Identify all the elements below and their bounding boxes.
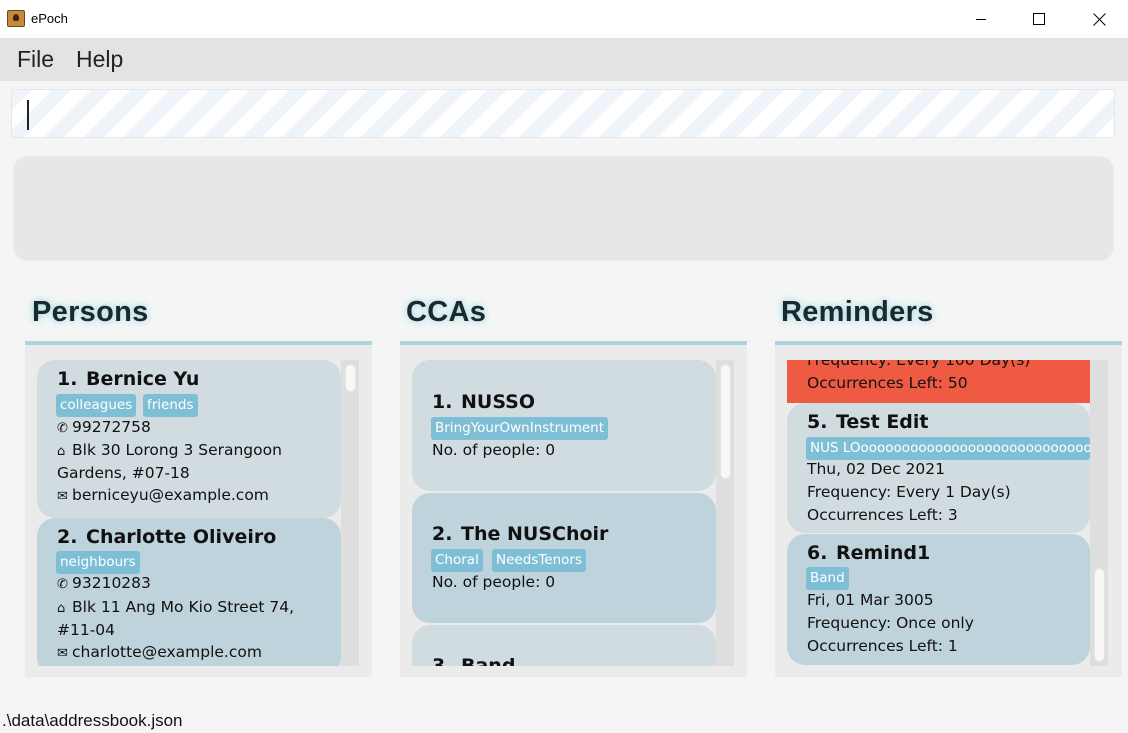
- person-card[interactable]: 1. Bernice Yu colleagues friends ✆ 9927275…: [37, 360, 341, 518]
- cca-index: 3.: [432, 655, 453, 666]
- reminder-occurrences: Occurrences Left: 1: [807, 637, 958, 655]
- persons-list[interactable]: 1. Bernice Yu colleagues friends ✆ 9927275…: [37, 360, 341, 666]
- cca-people-count: No. of people: 0: [432, 441, 556, 459]
- ccas-panel-title: CCAs: [406, 296, 487, 328]
- reminder-occurrences: Occurrences Left: 50: [807, 374, 968, 392]
- window-title: ePoch: [31, 11, 68, 26]
- persons-scrollbar[interactable]: [341, 360, 359, 666]
- menu-help[interactable]: Help: [76, 46, 123, 73]
- persons-scroll-thumb[interactable]: [345, 364, 356, 392]
- person-phone: 99272758: [72, 418, 151, 436]
- maximize-button[interactable]: [1016, 0, 1062, 38]
- title-bar: ePoch: [0, 0, 1128, 38]
- address-book-icon: [7, 10, 25, 27]
- phone-icon: ✆: [57, 577, 68, 592]
- ccas-list[interactable]: 1. NUSSO BringYourOwnInstrument No. of pe…: [412, 360, 716, 666]
- person-index: 2.: [57, 526, 78, 548]
- persons-panel-title: Persons: [32, 296, 149, 328]
- persons-panel: 1. Bernice Yu colleagues friends ✆ 9927275…: [25, 341, 372, 677]
- reminders-list[interactable]: Frequency: Every 100 Day(s) Occurrences …: [787, 360, 1090, 666]
- cca-card[interactable]: 3. Band: [412, 625, 716, 666]
- cca-name: NUSSO: [461, 391, 535, 413]
- cca-index: 1.: [432, 391, 453, 413]
- reminders-panel: Frequency: Every 100 Day(s) Occurrences …: [775, 341, 1122, 677]
- reminder-tag: NUS LOoooooooooooooooooooooooooooooo: [806, 437, 1090, 460]
- ccas-panel: 1. NUSSO BringYourOwnInstrument No. of pe…: [400, 341, 747, 677]
- email-icon: ✉: [57, 489, 68, 504]
- reminders-panel-title: Reminders: [781, 296, 934, 328]
- person-phone: 93210283: [72, 574, 151, 592]
- reminder-card[interactable]: 5. Test Edit NUS LOoooooooooooooooooooooo…: [787, 403, 1090, 533]
- email-icon: ✉: [57, 646, 68, 661]
- person-name: Bernice Yu: [86, 368, 200, 390]
- menu-file[interactable]: File: [17, 46, 54, 73]
- cca-name: Band: [461, 655, 516, 666]
- reminder-name: Test Edit: [836, 411, 929, 433]
- status-bar-path: .\data\addressbook.json: [2, 711, 183, 730]
- reminder-frequency: Frequency: Every 100 Day(s): [807, 360, 1031, 369]
- minimize-icon: [976, 19, 986, 20]
- reminder-index: 5.: [807, 411, 828, 433]
- reminder-frequency: Frequency: Every 1 Day(s): [807, 483, 1011, 501]
- result-display[interactable]: [13, 156, 1114, 261]
- reminder-date: Fri, 01 Mar 3005: [807, 591, 934, 609]
- reminder-tag: Band: [806, 567, 849, 590]
- person-name: Charlotte Oliveiro: [86, 526, 277, 548]
- home-icon: ⌂: [57, 444, 66, 459]
- close-icon: [1092, 12, 1106, 26]
- person-email: charlotte@example.com: [72, 643, 262, 661]
- minimize-button[interactable]: [958, 0, 1004, 38]
- close-button[interactable]: [1076, 0, 1122, 38]
- reminder-card-overdue[interactable]: Frequency: Every 100 Day(s) Occurrences …: [787, 360, 1090, 403]
- reminder-card[interactable]: 6. Remind1 Band Fri, 01 Mar 3005 Frequenc…: [787, 534, 1090, 665]
- cca-tag: BringYourOwnInstrument: [431, 417, 609, 440]
- cca-name: The NUSChoir: [461, 523, 609, 545]
- cca-card[interactable]: 2. The NUSChoir Choral NeedsTenors No. of…: [412, 493, 716, 623]
- reminder-frequency: Frequency: Once only: [807, 614, 974, 632]
- text-cursor: [27, 100, 29, 130]
- person-tag: friends: [143, 394, 198, 417]
- reminder-index: 6.: [807, 542, 828, 564]
- reminders-scrollbar[interactable]: [1090, 360, 1108, 666]
- cca-index: 2.: [432, 523, 453, 545]
- person-email: berniceyu@example.com: [72, 486, 269, 504]
- maximize-icon: [1033, 13, 1045, 25]
- menu-bar: File Help: [0, 38, 1128, 81]
- command-input[interactable]: [12, 90, 1114, 137]
- cca-card[interactable]: 1. NUSSO BringYourOwnInstrument No. of pe…: [412, 360, 716, 491]
- person-address: Blk 11 Ang Mo Kio Street 74,: [72, 598, 295, 616]
- reminder-name: Remind1: [836, 542, 931, 564]
- person-index: 1.: [57, 368, 78, 390]
- ccas-scroll-thumb[interactable]: [720, 364, 731, 479]
- cca-tag: Choral: [431, 549, 483, 572]
- reminder-occurrences: Occurrences Left: 3: [807, 506, 958, 524]
- cca-tag: NeedsTenors: [492, 549, 586, 572]
- person-tag: neighbours: [56, 551, 140, 574]
- command-box: [11, 89, 1115, 138]
- ccas-scrollbar[interactable]: [716, 360, 734, 666]
- home-icon: ⌂: [57, 601, 66, 616]
- reminders-scroll-thumb[interactable]: [1094, 568, 1105, 662]
- person-tag: colleagues: [56, 394, 137, 417]
- person-address-continued: #11-04: [57, 621, 116, 639]
- reminder-date: Thu, 02 Dec 2021: [807, 460, 945, 478]
- cca-people-count: No. of people: 0: [432, 573, 556, 591]
- person-address: Blk 30 Lorong 3 Serangoon: [72, 441, 282, 459]
- phone-icon: ✆: [57, 421, 68, 436]
- person-address-continued: Gardens, #07-18: [57, 464, 190, 482]
- person-card[interactable]: 2. Charlotte Oliveiro neighbours ✆ 9321028…: [37, 518, 341, 666]
